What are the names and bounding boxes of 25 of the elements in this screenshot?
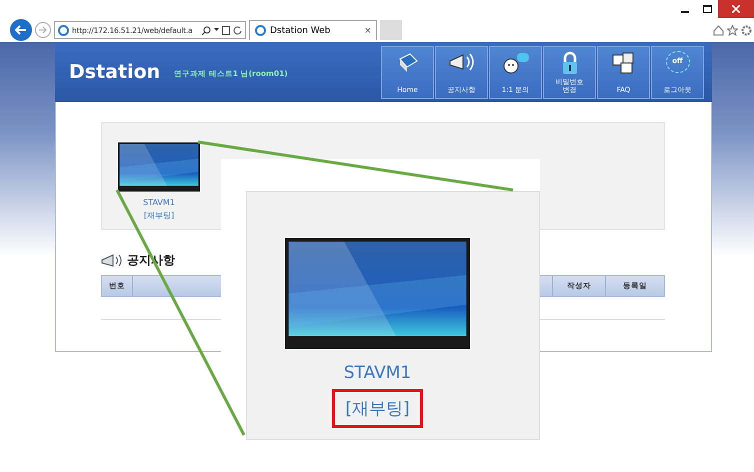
site-logo[interactable]: Dstation <box>69 61 160 83</box>
back-arrow-icon <box>15 25 27 35</box>
refresh-icon <box>233 26 242 34</box>
star-icon[interactable] <box>727 24 738 36</box>
forward-arrow-icon <box>39 26 47 34</box>
vm-name: STAVM1 <box>143 198 175 207</box>
page-icon <box>222 26 230 34</box>
megaphone-icon <box>101 254 123 268</box>
back-button[interactable] <box>10 19 32 41</box>
home-icon[interactable] <box>713 24 724 36</box>
maximize-icon <box>702 5 712 13</box>
search-icon <box>202 26 211 34</box>
vm-name: STAVM1 <box>344 363 412 383</box>
forward-button[interactable] <box>35 22 51 38</box>
dropdown-caret-icon <box>214 28 219 32</box>
close-button[interactable] <box>718 0 754 18</box>
browser-tab[interactable]: Dstation Web × <box>249 20 377 40</box>
monitor-icon <box>118 142 200 192</box>
tab-close-button[interactable]: × <box>364 24 371 36</box>
close-icon <box>732 5 740 13</box>
monitor-icon <box>285 237 470 350</box>
reboot-link[interactable]: [재부팅] <box>144 210 174 221</box>
reboot-link[interactable]: [재부팅] <box>332 389 423 428</box>
chat-face-icon <box>500 50 530 74</box>
settings-icon[interactable] <box>741 24 752 36</box>
